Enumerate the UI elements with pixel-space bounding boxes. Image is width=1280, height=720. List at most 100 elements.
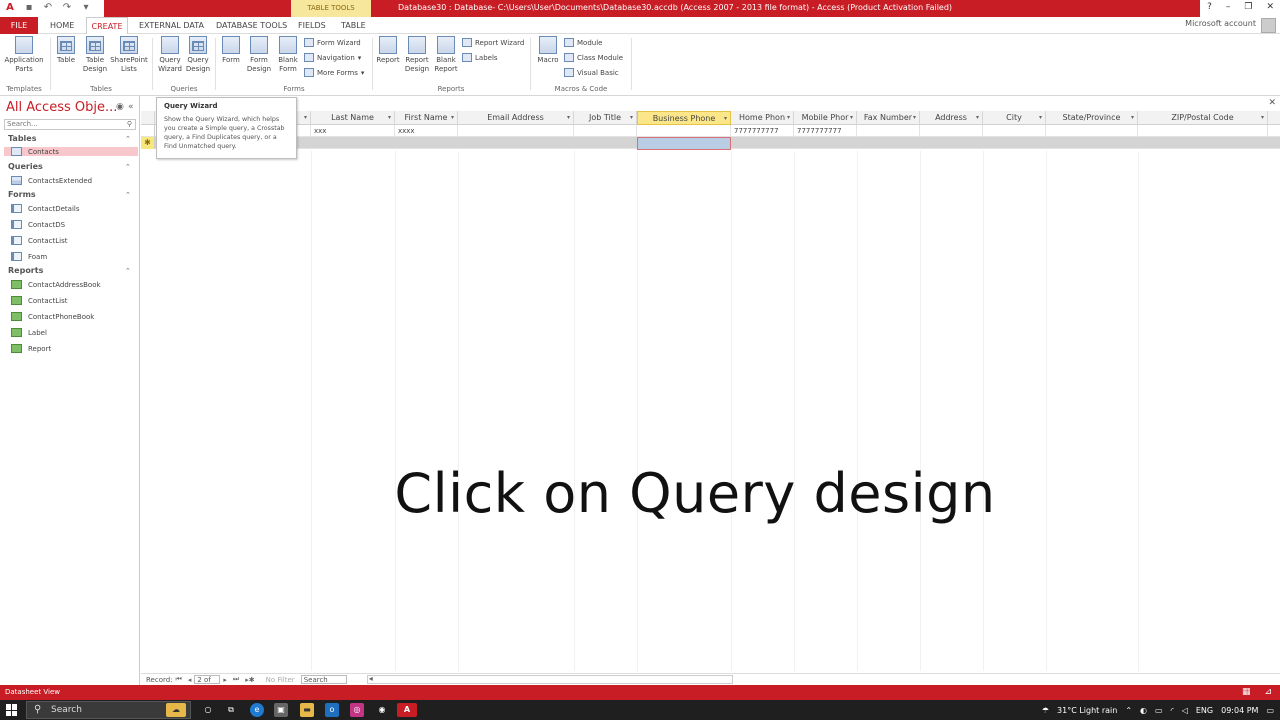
customize-qat-icon[interactable]: ▾	[80, 2, 92, 14]
nav-item-form[interactable]: ContactList	[11, 236, 67, 245]
wifi-icon[interactable]: ◜	[1171, 706, 1174, 715]
class-module-button[interactable]: Class Module	[564, 53, 623, 62]
new-record-icon[interactable]: ✱	[141, 137, 155, 149]
row-selector[interactable]	[141, 125, 155, 137]
report-wizard-button[interactable]: Report Wizard	[462, 38, 524, 47]
tab-database-tools[interactable]: DATABASE TOOLS	[216, 17, 287, 34]
column-header[interactable]: Mobile Phor ▾	[794, 111, 857, 125]
nav-item-report[interactable]: Label	[11, 328, 47, 337]
restore-button[interactable]: ❐	[1244, 2, 1252, 12]
category-forms[interactable]: Forms	[8, 190, 36, 199]
table-cell[interactable]	[857, 125, 920, 137]
form-button[interactable]: Form	[219, 36, 243, 65]
tab-file[interactable]: FILE	[0, 17, 38, 34]
more-forms-button[interactable]: More Forms ▾	[304, 68, 364, 77]
nav-menu-icon[interactable]: ◉	[116, 102, 124, 112]
edge-icon[interactable]: e	[250, 703, 264, 717]
chevron-down-icon[interactable]: ▾	[850, 111, 853, 125]
tab-external-data[interactable]: EXTERNAL DATA	[139, 17, 204, 34]
chevron-down-icon[interactable]: ▾	[388, 111, 391, 125]
datasheet-view-icon[interactable]: ▦	[1242, 687, 1251, 698]
chevron-down-icon[interactable]: ▾	[304, 111, 307, 125]
language-indicator[interactable]: ENG	[1196, 706, 1213, 715]
labels-button[interactable]: Labels	[462, 53, 498, 62]
nav-item-query[interactable]: ContactsExtended	[11, 176, 92, 185]
avatar[interactable]	[1261, 18, 1276, 33]
file-explorer-icon[interactable]: ▬	[300, 703, 314, 717]
category-tables[interactable]: Tables	[8, 134, 36, 143]
nav-item-form[interactable]: Foam	[11, 252, 47, 261]
active-cell[interactable]	[637, 137, 731, 150]
account-name[interactable]: Microsoft account	[1185, 19, 1256, 28]
collapse-icon[interactable]: ⌃	[125, 135, 131, 143]
redo-icon[interactable]: ↷	[61, 2, 73, 14]
chevron-down-icon[interactable]: ▾	[976, 111, 979, 125]
tab-create[interactable]: CREATE	[86, 17, 128, 35]
design-view-icon[interactable]: ⊿	[1264, 687, 1272, 698]
table-cell[interactable]	[1138, 125, 1268, 137]
tab-fields[interactable]: FIELDS	[298, 17, 326, 34]
navigation-button[interactable]: Navigation ▾	[304, 53, 361, 62]
column-header[interactable]: Fax Number ▾	[857, 111, 920, 125]
chevron-down-icon[interactable]: ▾	[913, 111, 916, 125]
column-header[interactable]: City ▾	[983, 111, 1046, 125]
chevron-down-icon[interactable]: ▾	[724, 112, 727, 124]
weather-icon[interactable]: ☂	[1042, 706, 1049, 715]
chevron-up-icon[interactable]: ⌃	[1125, 706, 1132, 715]
form-wizard-button[interactable]: Form Wizard	[304, 38, 361, 47]
network-icon[interactable]: ◐	[1140, 706, 1147, 715]
sharepoint-lists-button[interactable]: SharePoint Lists	[110, 36, 148, 74]
chevron-down-icon[interactable]: ▾	[787, 111, 790, 125]
windows-start-icon[interactable]	[6, 704, 18, 716]
weather-text[interactable]: 31°C Light rain	[1057, 706, 1117, 715]
column-header[interactable]: Address ▾	[920, 111, 983, 125]
nav-item-form[interactable]: ContactDetails	[11, 204, 80, 213]
table-cell[interactable]: 7777777777	[794, 125, 857, 137]
help-button[interactable]: ?	[1207, 2, 1212, 12]
nav-item-report[interactable]: Report	[11, 344, 51, 353]
battery-icon[interactable]: ▭	[1155, 706, 1163, 715]
access-taskbar-icon[interactable]: A	[397, 703, 417, 717]
tab-home[interactable]: HOME	[50, 17, 74, 34]
collapse-icon[interactable]: ⌃	[125, 267, 131, 275]
column-header[interactable]: Home Phon ▾	[731, 111, 794, 125]
table-cell[interactable]: xxx	[311, 125, 395, 137]
new-record-nav-icon[interactable]: ▸✱	[245, 676, 254, 684]
column-header[interactable]: ZIP/Postal Code ▾	[1138, 111, 1268, 125]
column-header-selected[interactable]: Business Phone ▾	[637, 111, 731, 125]
previous-record-icon[interactable]: ◂	[188, 676, 192, 684]
application-parts-button[interactable]: Application Parts	[4, 36, 44, 74]
shutter-bar-close-icon[interactable]: «	[128, 102, 134, 112]
table-cell[interactable]	[637, 125, 731, 137]
nav-item-report[interactable]: ContactList	[11, 296, 67, 305]
module-button[interactable]: Module	[564, 38, 602, 47]
close-document-icon[interactable]: ✕	[1268, 98, 1276, 108]
nav-item-form[interactable]: ContactDS	[11, 220, 65, 229]
chevron-down-icon[interactable]: ▾	[1131, 111, 1134, 125]
report-button[interactable]: Report	[375, 36, 401, 65]
last-record-icon[interactable]: ⏭	[233, 675, 239, 684]
no-filter-indicator[interactable]: No Filter	[266, 676, 295, 684]
record-search-input[interactable]: Search	[300, 675, 347, 684]
select-all-cell[interactable]	[141, 111, 155, 125]
tab-table[interactable]: TABLE	[341, 17, 366, 34]
query-design-button[interactable]: Query Design	[184, 36, 212, 74]
nav-item-report[interactable]: ContactPhoneBook	[11, 312, 94, 321]
column-header[interactable]: Last Name ▾	[311, 111, 395, 125]
minimize-button[interactable]: –	[1226, 2, 1231, 12]
query-wizard-button[interactable]: Query Wizard	[156, 36, 184, 74]
nav-item-contacts-table[interactable]: Contacts	[4, 147, 138, 156]
close-button[interactable]: ✕	[1266, 2, 1274, 12]
collapse-icon[interactable]: ⌃	[125, 191, 131, 199]
cortana-icon[interactable]: ○	[201, 703, 215, 717]
category-reports[interactable]: Reports	[8, 266, 43, 275]
new-record-row[interactable]: ✱	[141, 137, 1280, 150]
notification-icon[interactable]: ▭	[1266, 706, 1274, 715]
horizontal-scrollbar[interactable]	[366, 674, 733, 684]
blank-form-button[interactable]: Blank Form	[275, 36, 301, 74]
task-view-icon[interactable]: ⧉	[224, 703, 238, 717]
news-widget-icon[interactable]: ☁	[166, 703, 186, 717]
blank-report-button[interactable]: Blank Report	[432, 36, 460, 74]
nav-search-input[interactable]: Search... ⚲	[4, 119, 136, 130]
nav-item-report[interactable]: ContactAddressBook	[11, 280, 101, 289]
